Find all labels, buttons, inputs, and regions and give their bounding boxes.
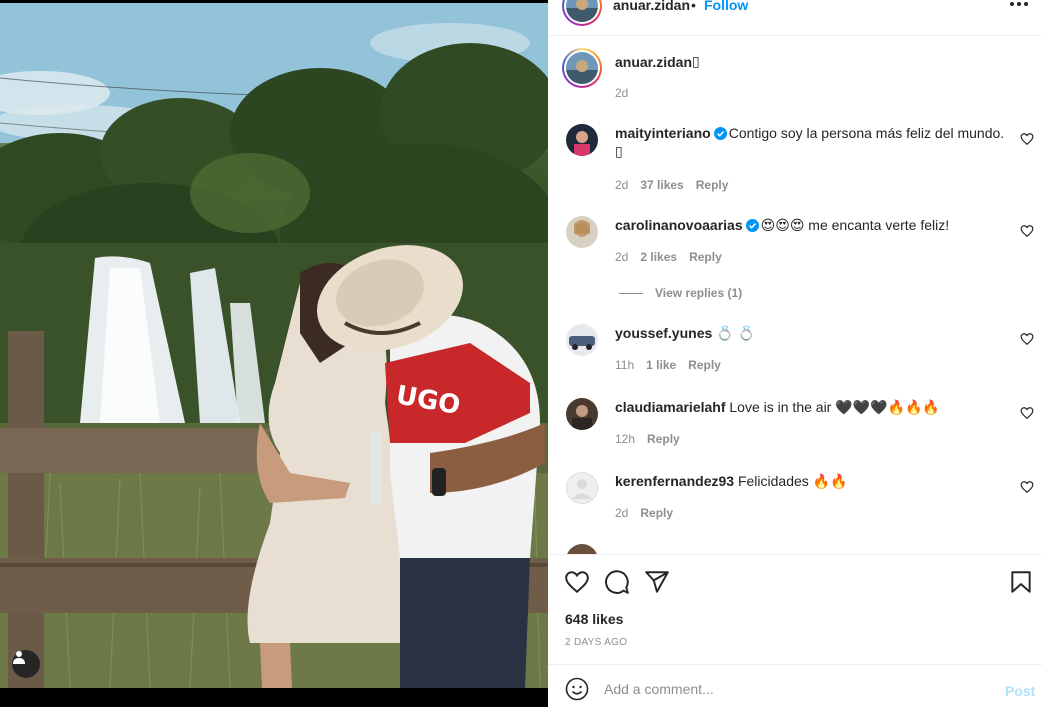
more-icon[interactable] [1010, 2, 1028, 8]
comment-username[interactable]: kerenfernandez93 [615, 473, 734, 489]
comment-text: Love is in the air 🖤🖤🖤🔥🔥🔥 [729, 399, 940, 415]
comment-like-heart-icon[interactable] [1020, 224, 1034, 238]
reply-button[interactable]: Reply [688, 358, 721, 372]
comment-text: 😍😍😍 me encanta verte feliz! [760, 217, 950, 233]
comment-timestamp[interactable]: 11h [615, 358, 634, 372]
bookmark-icon[interactable] [1008, 569, 1034, 595]
comment-body: carolinanovoaarias 😍😍😍 me encanta verte f… [615, 216, 1005, 234]
commenter-avatar[interactable] [566, 472, 598, 504]
post-details-panel: anuar.zidan • Follow anuar.zidan ▯ 2d ma… [548, 0, 1042, 707]
view-replies-line [619, 292, 643, 294]
caption-text: ▯ [692, 53, 700, 69]
comment-username[interactable]: claudiamarielahf [615, 399, 726, 415]
commenter-avatar[interactable] [566, 544, 598, 554]
view-replies-button[interactable]: View replies (1) [619, 286, 742, 300]
comment-username[interactable]: youssef.yunes [615, 325, 712, 341]
follow-button[interactable]: Follow [704, 0, 748, 13]
post-image[interactable]: UGO [0, 3, 548, 688]
comment-timestamp[interactable]: 2d [615, 178, 628, 192]
post-modal: UGO anuar.zidan • Follow anuar.zidan ▯ 2… [0, 0, 1042, 707]
comment-timestamp[interactable]: 2d [615, 250, 628, 264]
post-date[interactable]: 2 DAYS AGO [565, 637, 627, 648]
share-icon[interactable] [644, 569, 670, 595]
caption-username[interactable]: anuar.zidan [615, 54, 692, 70]
emoji-icon[interactable] [565, 677, 589, 701]
avatar-ring-inner [564, 50, 600, 86]
verified-badge-icon [713, 127, 727, 140]
header-username[interactable]: anuar.zidan [613, 0, 690, 13]
comment-meta: 2d Reply [615, 506, 673, 520]
author-avatar[interactable] [562, 0, 602, 26]
verified-badge-icon [745, 219, 759, 232]
comment-like-heart-icon[interactable] [1020, 132, 1034, 146]
header-separator: • [691, 0, 696, 13]
comment-likes[interactable]: 1 like [646, 358, 676, 372]
comment-body: maityinteriano Contigo soy la persona más… [615, 124, 1005, 160]
comment-likes[interactable]: 37 likes [640, 178, 683, 192]
comment-body: youssef.yunes 💍 💍 [615, 324, 1005, 342]
post-header: anuar.zidan • Follow [548, 0, 1042, 36]
reply-button[interactable]: Reply [696, 178, 729, 192]
comments-list[interactable]: anuar.zidan ▯ 2d maityinteriano Contigo s… [548, 36, 1042, 554]
comment-like-heart-icon[interactable] [1020, 406, 1034, 420]
heart-icon[interactable] [564, 569, 590, 595]
avatar-image [566, 0, 598, 22]
caption-avatar[interactable] [562, 48, 602, 88]
comment-timestamp[interactable]: 2d [615, 506, 628, 520]
post-comment-button[interactable]: Post [1005, 683, 1035, 699]
comment-text: Felicidades 🔥🔥 [737, 473, 848, 489]
commenter-avatar[interactable] [566, 324, 598, 356]
avatar-image [566, 52, 598, 84]
comment-meta: 2d 2 likes Reply [615, 250, 722, 264]
view-replies-label: View replies (1) [655, 286, 743, 300]
comment-meta: 11h 1 like Reply [615, 358, 721, 372]
reply-button[interactable]: Reply [640, 506, 673, 520]
comment-icon[interactable] [604, 569, 630, 595]
commenter-avatar[interactable] [566, 124, 598, 156]
comment-timestamp[interactable]: 12h [615, 432, 635, 446]
comment-input[interactable] [604, 677, 984, 701]
comment-username[interactable]: maityinteriano [615, 125, 711, 141]
comment-like-heart-icon[interactable] [1020, 332, 1034, 346]
comment-body: claudiamarielahf Love is in the air 🖤🖤🖤🔥… [615, 398, 1005, 416]
reply-button[interactable]: Reply [689, 250, 722, 264]
comment-username[interactable]: carolinanovoaarias [615, 217, 743, 233]
comment-like-heart-icon[interactable] [1020, 480, 1034, 494]
likes-count[interactable]: 648 likes [565, 611, 623, 627]
avatar-ring-inner [564, 0, 600, 24]
commenter-avatar[interactable] [566, 398, 598, 430]
comment-meta: 12h Reply [615, 432, 680, 446]
user-tag-button[interactable] [12, 650, 40, 678]
comment-likes[interactable]: 2 likes [640, 250, 677, 264]
comment-meta: 2d 37 likes Reply [615, 178, 728, 192]
comment-text: 💍 💍 [716, 325, 755, 341]
user-tag-icon [13, 651, 25, 664]
commenter-avatar[interactable] [566, 216, 598, 248]
caption-timestamp[interactable]: 2d [615, 86, 628, 100]
add-comment-bar: Post [548, 664, 1042, 707]
post-photo-panel: UGO [0, 0, 548, 707]
comment-body: kerenfernandez93 Felicidades 🔥🔥 [615, 472, 1005, 490]
reply-button[interactable]: Reply [647, 432, 680, 446]
post-image-illustration: UGO [0, 3, 548, 688]
post-actions: 648 likes 2 DAYS AGO [548, 554, 1042, 664]
